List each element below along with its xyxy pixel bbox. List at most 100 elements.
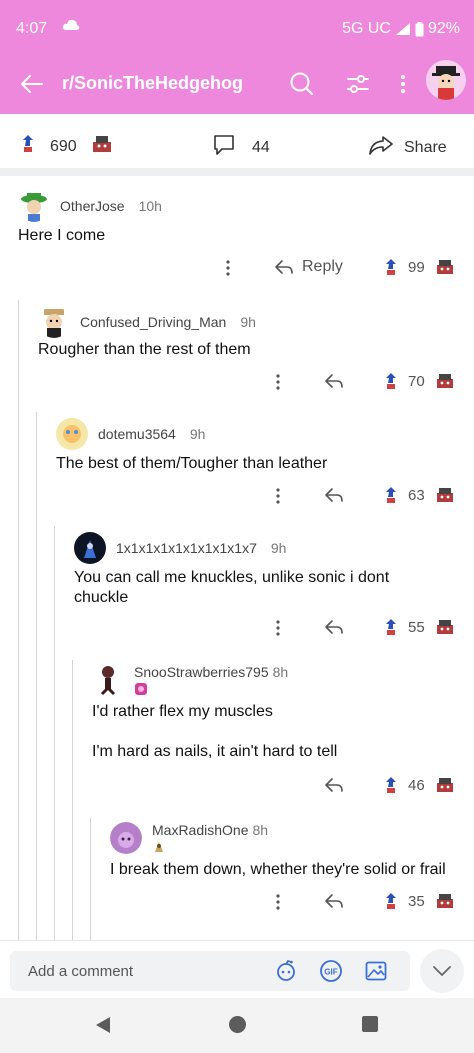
back-arrow-icon[interactable]: [18, 70, 46, 103]
comment-bubble-icon: [212, 134, 236, 161]
more-options-icon[interactable]: [272, 892, 284, 916]
back-nav-icon[interactable]: [94, 1015, 112, 1040]
comment-actions: Reply 99: [0, 256, 474, 282]
comment-text-line: chuckle: [74, 589, 129, 606]
user-avatar[interactable]: [426, 60, 466, 100]
comment-text-line: I'm hard as nails, it ain't hard to tell: [92, 743, 338, 760]
gif-icon[interactable]: GIF: [318, 959, 344, 988]
reply-button[interactable]: [324, 776, 344, 794]
comment-text: Here I come: [18, 227, 106, 244]
post-vote: 690: [20, 134, 113, 159]
comment-header: MaxRadishOne 8h: [110, 822, 268, 857]
status-bar: 4:07 5G UC 92%: [0, 0, 474, 56]
battery-label: 92%: [427, 20, 460, 37]
reply-button[interactable]: Reply: [274, 258, 343, 276]
comments-count-button[interactable]: 44: [212, 134, 270, 161]
upvote-icon[interactable]: [384, 618, 398, 636]
upvote-icon[interactable]: [20, 134, 36, 159]
upvote-icon[interactable]: [384, 486, 398, 504]
comment-score: 70: [408, 372, 425, 390]
comment-age: 9h: [240, 314, 256, 330]
downvote-icon[interactable]: [435, 258, 455, 276]
image-icon[interactable]: [364, 959, 388, 988]
comment-text: The best of them/Tougher than leather: [56, 455, 328, 472]
downvote-icon[interactable]: [435, 776, 455, 794]
comment-username[interactable]: 1x1x1x1x1x1x1x1x1x7: [116, 540, 257, 556]
comment-score: 55: [408, 618, 425, 636]
reply-icon: [325, 374, 343, 388]
signal-icon: [395, 23, 410, 35]
more-options-icon[interactable]: [272, 618, 284, 642]
subreddit-title[interactable]: r/SonicTheHedgehog: [62, 73, 243, 94]
more-options-icon[interactable]: [272, 372, 284, 396]
comment-otherjose: OtherJose 10h Here I come Reply 99: [0, 176, 474, 286]
downvote-icon[interactable]: [435, 372, 455, 390]
avatar[interactable]: [56, 418, 88, 450]
avatar[interactable]: [74, 532, 106, 564]
avatar[interactable]: [92, 664, 124, 696]
snoo-emoji-icon[interactable]: [274, 959, 298, 988]
upvote-icon[interactable]: [384, 258, 398, 276]
recents-nav-icon[interactable]: [362, 1016, 378, 1032]
comment-username[interactable]: MaxRadishOne: [152, 822, 249, 838]
more-options-icon[interactable]: [222, 258, 234, 282]
user-block: MaxRadishOne 8h: [152, 822, 268, 857]
comment-snoostrawberries795: SnooStrawberries795 8h I'd rather flex m…: [0, 656, 474, 812]
gif-label: GIF: [324, 968, 337, 977]
comment-actions: 70: [0, 370, 474, 396]
reply-button[interactable]: [324, 486, 344, 504]
comment-header: SnooStrawberries795 8h: [92, 664, 288, 699]
network-label: 5G UC: [342, 20, 391, 37]
comment-confused-driving-man: Confused_Driving_Man 9h Rougher than the…: [0, 296, 474, 408]
avatar[interactable]: [38, 306, 70, 338]
comment-username[interactable]: SnooStrawberries795: [134, 664, 269, 680]
downvote-icon[interactable]: [91, 134, 113, 159]
downvote-icon[interactable]: [435, 618, 455, 636]
comment-header: OtherJose 10h: [18, 190, 162, 222]
reply-label: Reply: [302, 258, 343, 275]
downvote-icon[interactable]: [435, 486, 455, 504]
upvote-icon[interactable]: [384, 776, 398, 794]
share-button[interactable]: Share: [368, 134, 447, 161]
comment-age: 8h: [252, 822, 269, 838]
comment-vote: 55: [384, 618, 455, 636]
comment-username[interactable]: dotemu3564: [98, 426, 176, 442]
user-line: MaxRadishOne 8h: [152, 822, 268, 838]
reply-icon: [325, 620, 343, 634]
comment-username[interactable]: OtherJose: [60, 198, 125, 214]
comment-score: 63: [408, 486, 425, 504]
home-nav-icon[interactable]: [229, 1016, 246, 1033]
cloud-icon: [62, 18, 80, 37]
comment-vote: 35: [384, 892, 455, 910]
comment-text: You can call me knuckles, unlike sonic i…: [74, 568, 389, 608]
reply-button[interactable]: [324, 618, 344, 636]
comment-age: 9h: [270, 540, 287, 556]
expand-button[interactable]: [420, 949, 464, 993]
comment-age: 10h: [138, 198, 162, 214]
search-icon[interactable]: [288, 70, 316, 103]
user-block: SnooStrawberries795 8h: [134, 664, 288, 699]
filter-icon[interactable]: [344, 70, 372, 103]
comment-header: Confused_Driving_Man 9h: [38, 306, 256, 338]
comment-username[interactable]: Confused_Driving_Man: [80, 314, 226, 330]
reply-button[interactable]: [324, 892, 344, 910]
avatar[interactable]: [18, 190, 50, 222]
comment-actions: 35: [0, 890, 474, 916]
battery-icon: [415, 21, 424, 36]
upvote-icon[interactable]: [384, 892, 398, 910]
more-options-icon[interactable]: [272, 486, 284, 510]
comment-input[interactable]: Add a comment GIF: [10, 951, 410, 991]
upvote-icon[interactable]: [384, 372, 398, 390]
comment-header: 1x1x1x1x1x1x1x1x1x7 9h: [74, 532, 286, 564]
comment-text-line: I'd rather flex my muscles: [92, 703, 273, 720]
comment-age: 9h: [189, 426, 206, 442]
comment-text: Rougher than the rest of them: [38, 341, 251, 358]
downvote-icon[interactable]: [435, 892, 455, 910]
more-options-icon[interactable]: [396, 70, 410, 103]
post-score: 690: [50, 137, 77, 155]
flair-icon: [152, 840, 268, 857]
reply-button[interactable]: [324, 372, 344, 390]
avatar[interactable]: [110, 822, 142, 854]
comment-actions: 46: [0, 774, 474, 800]
comment-1x1x1x: 1x1x1x1x1x1x1x1x1x7 9h You can call me k…: [0, 524, 474, 654]
